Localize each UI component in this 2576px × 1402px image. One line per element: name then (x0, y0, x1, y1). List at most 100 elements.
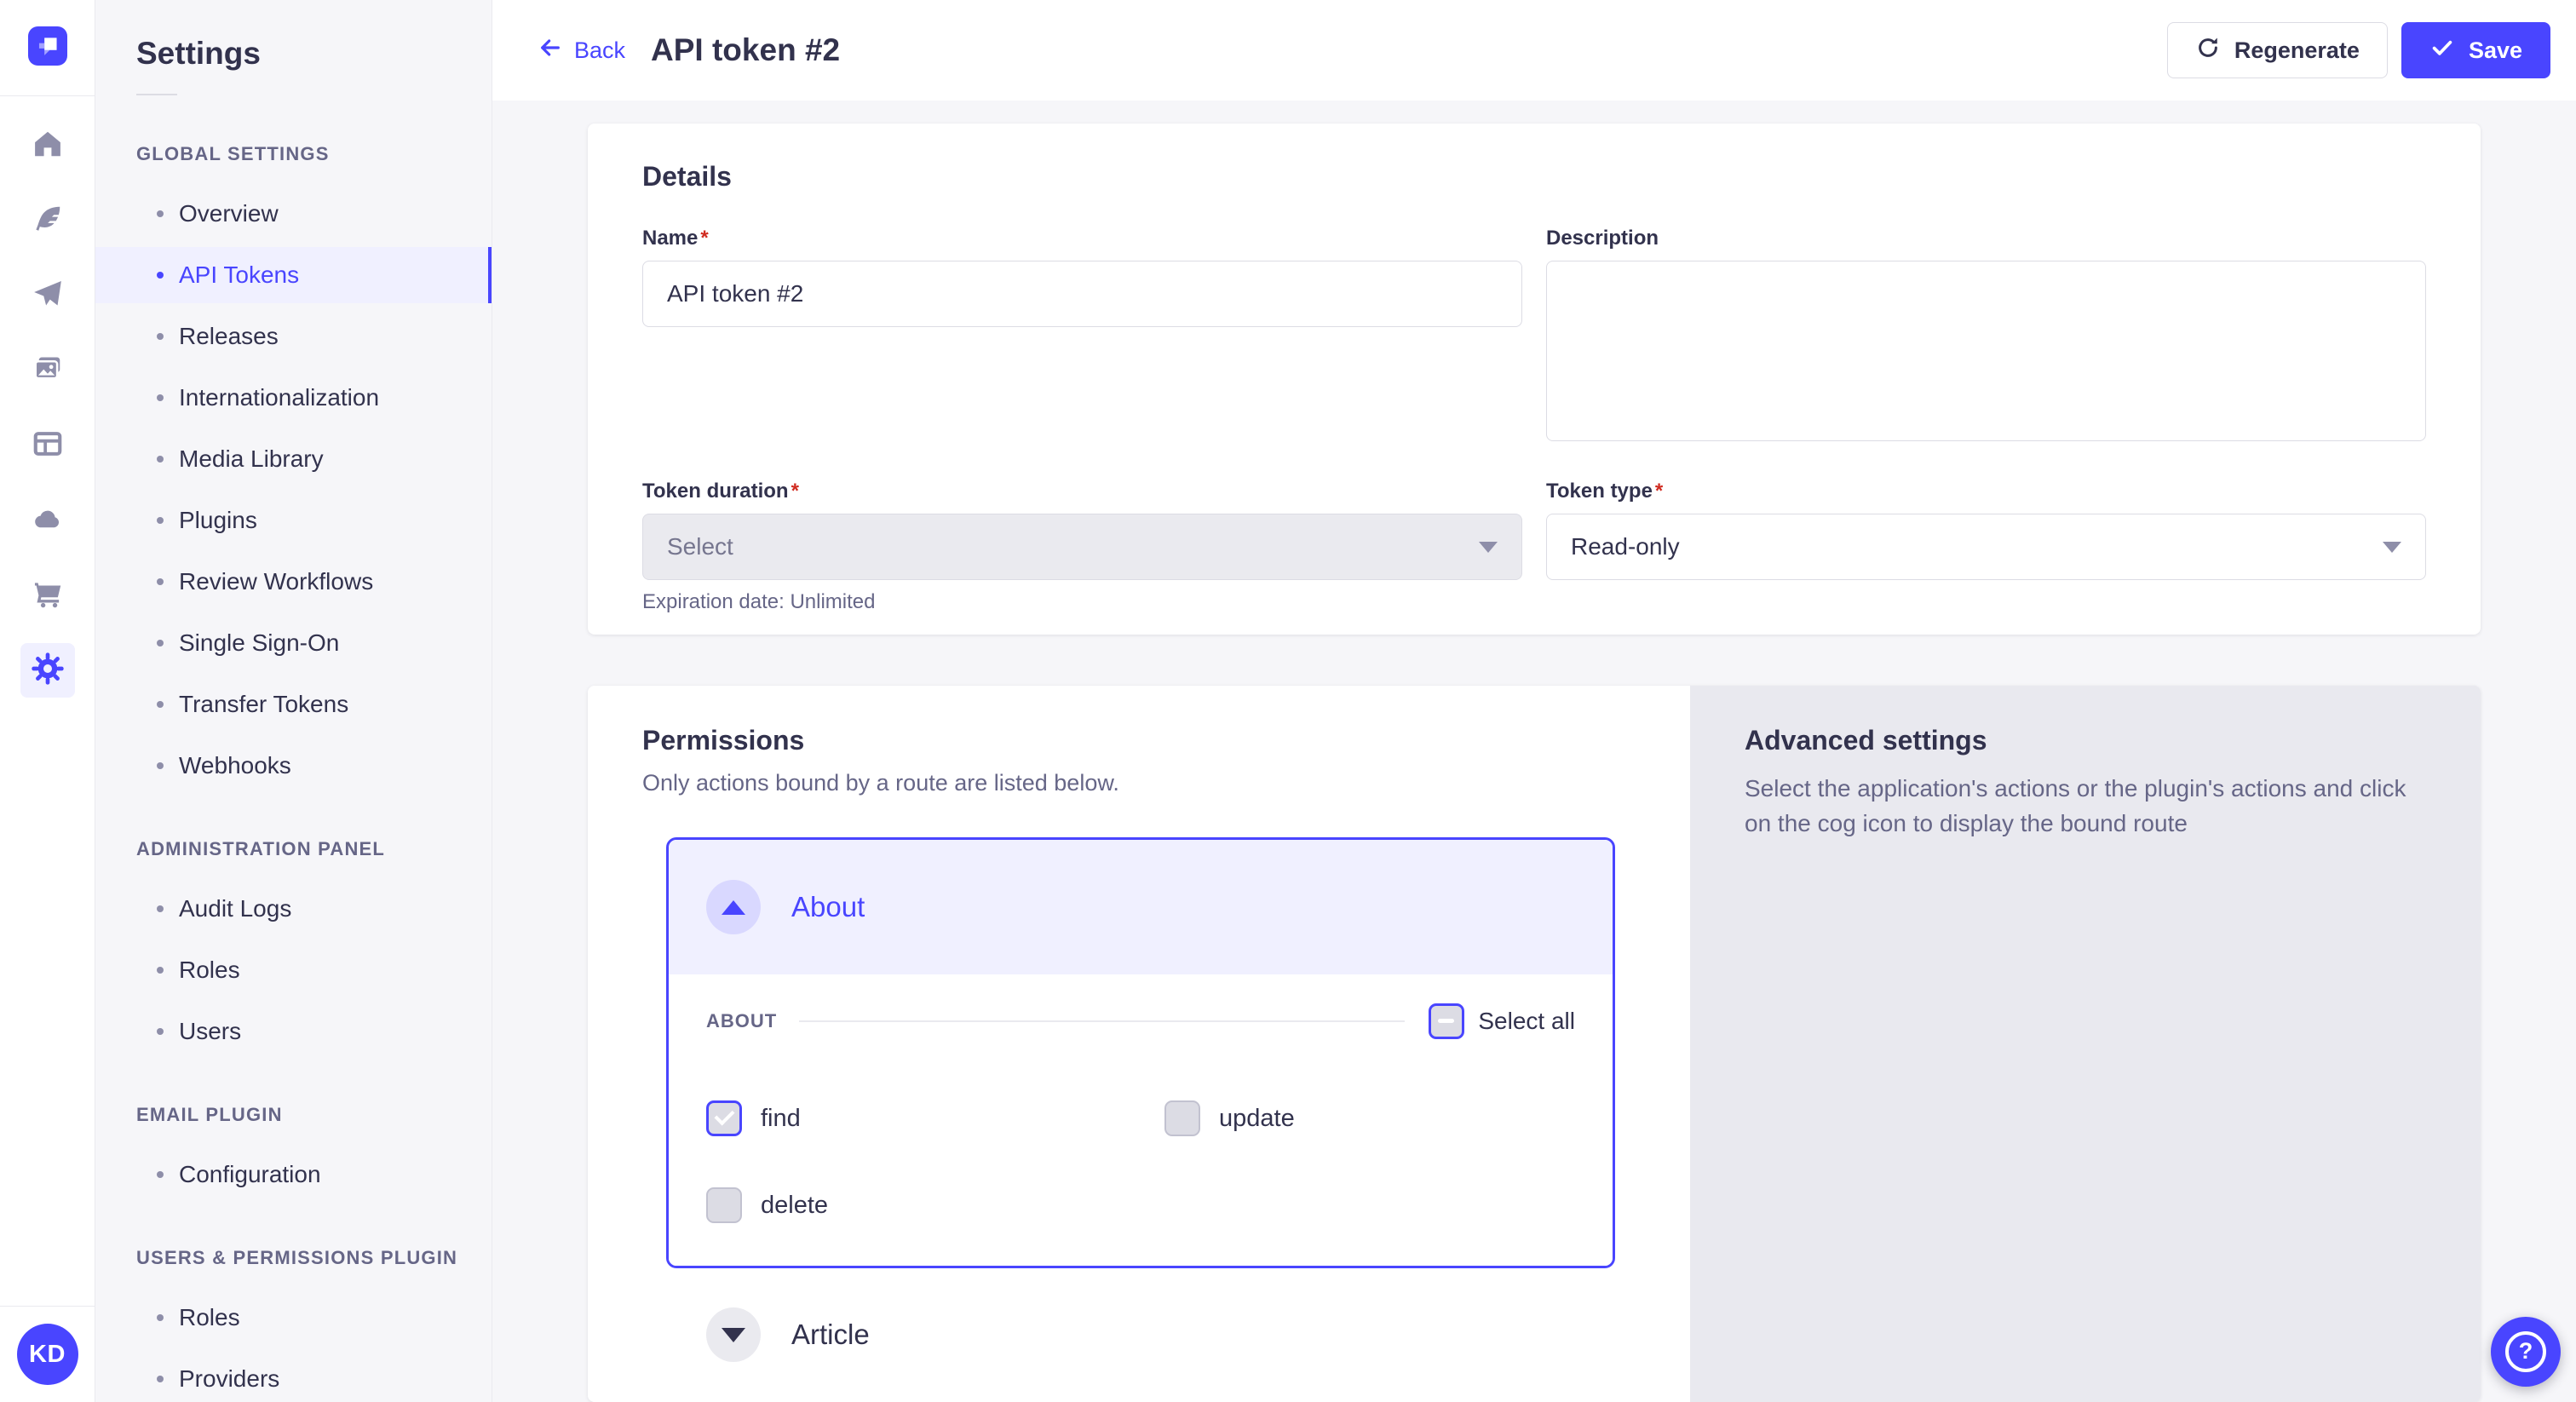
cloud-icon (32, 503, 64, 539)
arrow-left-icon (537, 34, 564, 67)
bullet-icon (157, 1376, 164, 1382)
select-all-checkbox[interactable] (1429, 1003, 1464, 1039)
rail-footer: KD (0, 1306, 95, 1402)
back-link[interactable]: Back (537, 34, 625, 67)
sidebar-item-transfer-tokens[interactable]: Transfer Tokens (95, 676, 492, 733)
name-label: Name* (642, 227, 1522, 250)
sidebar-item-up-roles[interactable]: Roles (95, 1290, 492, 1346)
bullet-icon (157, 210, 164, 217)
accordion-article-header[interactable]: Article (666, 1307, 1615, 1362)
details-title: Details (642, 161, 2426, 192)
rail-item-marketplace[interactable] (20, 568, 75, 623)
settings-sidebar: Settings GLOBAL SETTINGS Overview API To… (95, 0, 492, 1402)
sidebar-item-releases[interactable]: Releases (95, 308, 492, 365)
chevron-down-icon (722, 1328, 745, 1342)
accordion-about-body: ABOUT Select all find (669, 974, 1613, 1266)
select-all-control: Select all (1429, 1003, 1575, 1039)
rail-item-content-type-builder[interactable] (20, 418, 75, 473)
sidebar-item-audit-logs[interactable]: Audit Logs (95, 881, 492, 937)
avatar[interactable]: KD (17, 1324, 78, 1385)
details-form-row-1: Name* Description (642, 227, 2426, 445)
delete-checkbox[interactable] (706, 1187, 742, 1223)
rail-item-cloud[interactable] (20, 493, 75, 548)
save-button[interactable]: Save (2401, 22, 2550, 78)
help-button[interactable]: ? (2491, 1317, 2561, 1387)
regenerate-button[interactable]: Regenerate (2167, 22, 2388, 78)
name-field[interactable] (642, 261, 1522, 327)
sidebar-item-admin-roles[interactable]: Roles (95, 942, 492, 998)
chevron-down-icon (2383, 542, 2401, 553)
section-label-email-plugin: EMAIL PLUGIN (136, 1104, 492, 1126)
name-field-group: Name* (642, 227, 1522, 445)
sidebar-item-plugins[interactable]: Plugins (95, 492, 492, 549)
rail-item-deploy[interactable] (20, 268, 75, 323)
update-checkbox[interactable] (1164, 1100, 1200, 1136)
bullet-icon (157, 394, 164, 401)
sidebar-item-media-library[interactable]: Media Library (95, 431, 492, 487)
advanced-settings-description: Select the application's actions or the … (1745, 772, 2426, 841)
permission-item-update: update (1164, 1100, 1575, 1136)
bullet-icon (157, 1171, 164, 1178)
bullet-icon (157, 762, 164, 769)
expiration-helper-text: Expiration date: Unlimited (642, 590, 1522, 614)
bullet-icon (157, 640, 164, 646)
main-area: Back API token #2 Regenerate Save Detail… (492, 0, 2576, 1402)
description-field[interactable] (1546, 261, 2426, 441)
expand-toggle-button[interactable] (706, 1307, 761, 1362)
permissions-panel: Permissions Only actions bound by a rout… (588, 686, 1690, 1402)
rail-nav (0, 96, 95, 698)
find-checkbox[interactable] (706, 1100, 742, 1136)
required-asterisk: * (700, 227, 708, 250)
divider (136, 94, 177, 95)
accordion-about: About ABOUT Select all (666, 837, 1615, 1268)
nav-list-users-permissions-plugin: Roles Providers (136, 1290, 492, 1402)
required-asterisk: * (791, 480, 799, 503)
permissions-subtitle: Only actions bound by a route are listed… (642, 770, 1636, 796)
about-actions-grid: find update delete (706, 1100, 1575, 1223)
chevron-down-icon (1479, 542, 1498, 553)
token-duration-label: Token duration* (642, 480, 1522, 503)
bullet-icon (157, 967, 164, 974)
sidebar-item-single-sign-on[interactable]: Single Sign-On (95, 615, 492, 671)
bullet-icon (157, 578, 164, 585)
collapse-toggle-button[interactable] (706, 880, 761, 934)
home-icon (32, 128, 64, 164)
token-duration-field-group: Token duration* Select Expiration date: … (642, 480, 1522, 614)
sidebar-item-up-providers[interactable]: Providers (95, 1351, 492, 1402)
refresh-icon (2195, 35, 2221, 66)
token-type-select[interactable]: Read-only (1546, 514, 2426, 580)
divider (799, 1020, 1405, 1022)
rail-item-media-library[interactable] (20, 343, 75, 398)
sidebar-item-internationalization[interactable]: Internationalization (95, 370, 492, 426)
paper-plane-icon (32, 278, 64, 314)
sidebar-item-admin-users[interactable]: Users (95, 1003, 492, 1060)
rail-item-content[interactable] (20, 193, 75, 248)
bullet-icon (157, 456, 164, 463)
about-group-label: ABOUT (706, 1010, 777, 1032)
page-header: Back API token #2 Regenerate Save (492, 0, 2576, 101)
sidebar-item-overview[interactable]: Overview (95, 186, 492, 242)
accordion-about-title: About (791, 891, 865, 923)
nav-list-email-plugin: Configuration (136, 1146, 492, 1203)
sidebar-title: Settings (136, 36, 492, 72)
section-label-global-settings: GLOBAL SETTINGS (136, 143, 492, 165)
sidebar-item-webhooks[interactable]: Webhooks (95, 738, 492, 794)
nav-list-global-settings: Overview API Tokens Releases Internation… (136, 186, 492, 794)
section-label-users-permissions-plugin: USERS & PERMISSIONS PLUGIN (136, 1247, 492, 1269)
layout-icon (32, 428, 64, 464)
icon-rail: KD (0, 0, 95, 1402)
permissions-card: Permissions Only actions bound by a rout… (588, 686, 2481, 1402)
workspace-logo[interactable] (0, 0, 95, 96)
rail-item-home[interactable] (20, 118, 75, 173)
sidebar-item-api-tokens[interactable]: API Tokens (95, 247, 492, 303)
bullet-icon (157, 333, 164, 340)
sidebar-item-review-workflows[interactable]: Review Workflows (95, 554, 492, 610)
accordion-about-header[interactable]: About (669, 840, 1613, 974)
sidebar-item-email-configuration[interactable]: Configuration (95, 1146, 492, 1203)
gear-icon (31, 652, 65, 690)
permission-item-find: find (706, 1100, 1164, 1136)
accordion-article-title: Article (791, 1319, 870, 1351)
token-type-label: Token type* (1546, 480, 2426, 503)
rail-item-settings[interactable] (20, 643, 75, 698)
required-asterisk: * (1655, 480, 1663, 503)
